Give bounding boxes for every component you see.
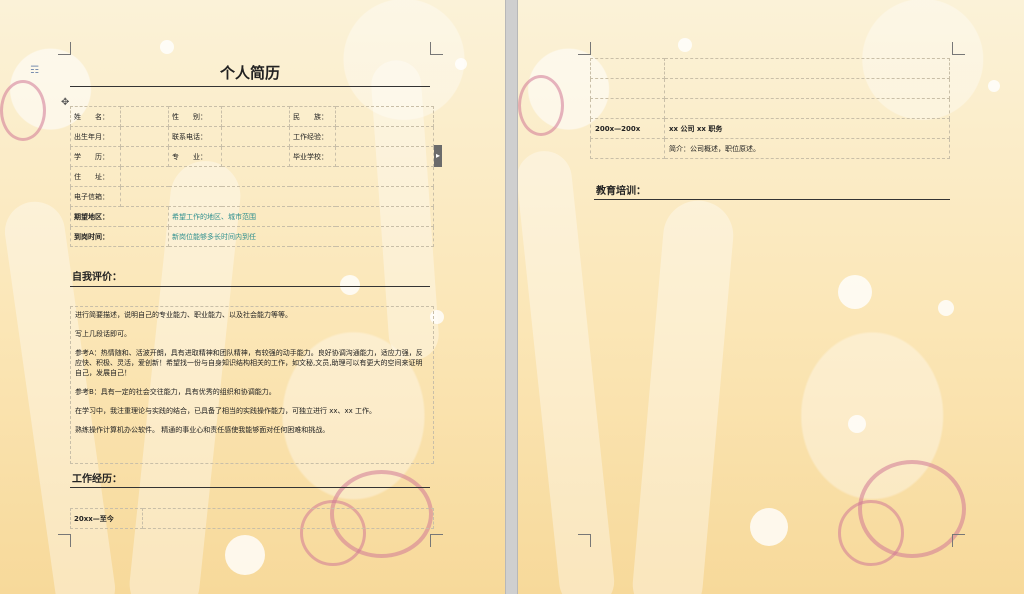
work-heading: 工作经历：	[72, 474, 122, 485]
email-label: 电子信箱：	[70, 186, 121, 207]
self-eval-box[interactable]: 进行简要描述，说明自己的专业能力、职业能力、以及社会能力等等。 写上几段话即可。…	[70, 306, 434, 464]
empty-cell[interactable]	[590, 138, 665, 159]
ethnicity-value[interactable]	[335, 106, 434, 127]
education-heading: 教育培训：	[596, 186, 646, 197]
self-eval-heading: 自我评价：	[72, 272, 122, 283]
eval-paragraph: 进行简要描述，说明自己的专业能力、职业能力、以及社会能力等等。	[75, 311, 292, 319]
table-row: 住 址：	[70, 166, 434, 187]
table-row	[590, 98, 950, 119]
address-value[interactable]	[120, 166, 434, 187]
margin-corner	[952, 534, 965, 547]
background-dot	[455, 58, 467, 70]
gender-label: 性 别：	[168, 106, 222, 127]
table-row: 学 历： 专 业： 毕业学校：	[70, 146, 434, 167]
birth-value[interactable]	[120, 126, 169, 147]
major-value[interactable]	[221, 146, 290, 167]
eval-paragraph: 在学习中，我注重理论与实践的结合，已具备了相当的实践操作能力，可独立进行 xx、…	[75, 407, 377, 415]
margin-corner	[952, 42, 965, 55]
table-row: 期望地区： 希望工作的地区、城市范围	[70, 206, 434, 227]
flower-decoration	[518, 75, 564, 136]
arrival-label: 到岗时间：	[70, 226, 169, 247]
background-dot	[848, 415, 866, 433]
page-1: ☶ ✥ 个人简历 姓 名： 性 别： 民 族： 出生年月： 联系电话： 工作经验…	[0, 0, 505, 594]
margin-corner	[58, 42, 71, 55]
background-dot	[340, 275, 360, 295]
work-intro[interactable]: 简介：公司概述，职位原述。	[664, 138, 950, 159]
table-row: 简介：公司概述，职位原述。	[590, 138, 950, 159]
school-value[interactable]	[335, 146, 434, 167]
education-label: 学 历：	[70, 146, 121, 167]
personal-info-table: 姓 名： 性 别： 民 族： 出生年月： 联系电话： 工作经验： 学 历： 专 …	[70, 106, 434, 247]
work-detail[interactable]	[142, 508, 434, 529]
table-row: 200x—200x xx 公司 xx 职务	[590, 118, 950, 139]
table-move-handle-icon[interactable]: ✥	[61, 97, 69, 108]
phone-label: 联系电话：	[168, 126, 222, 147]
empty-cell[interactable]	[664, 78, 950, 99]
gender-value[interactable]	[221, 106, 290, 127]
birth-label: 出生年月：	[70, 126, 121, 147]
email-value[interactable]	[120, 186, 434, 207]
empty-cell[interactable]	[590, 78, 665, 99]
table-row: 出生年月： 联系电话： 工作经验：	[70, 126, 434, 147]
table-row: 到岗时间： 新岗位能够多长时间内到任	[70, 226, 434, 247]
background-dot	[838, 275, 872, 309]
section-rule	[70, 286, 430, 287]
work-period[interactable]: 20xx—至今	[70, 508, 143, 529]
empty-cell[interactable]	[590, 58, 665, 79]
background-dot	[160, 40, 174, 54]
table-row: 姓 名： 性 别： 民 族：	[70, 106, 434, 127]
flower-decoration	[838, 500, 904, 566]
title-rule	[70, 86, 430, 87]
margin-corner	[58, 534, 71, 547]
margin-corner	[578, 42, 591, 55]
work-period[interactable]: 200x—200x	[590, 118, 665, 139]
page-title: 个人简历	[219, 64, 280, 82]
ethnicity-label: 民 族：	[289, 106, 336, 127]
table-row: 电子信箱：	[70, 186, 434, 207]
work-company[interactable]: xx 公司 xx 职务	[664, 118, 950, 139]
major-label: 专 业：	[168, 146, 222, 167]
background-dot	[225, 535, 265, 575]
document-icon[interactable]: ☶	[30, 65, 39, 76]
table-row	[590, 78, 950, 99]
section-rule	[70, 487, 430, 488]
name-value[interactable]	[120, 106, 169, 127]
background-beam	[629, 197, 737, 594]
school-label: 毕业学校：	[289, 146, 336, 167]
work-table: 20xx—至今	[70, 508, 434, 529]
work-table-continued: 200x—200x xx 公司 xx 职务 简介：公司概述，职位原述。	[590, 58, 950, 159]
empty-cell[interactable]	[664, 58, 950, 79]
section-rule	[594, 199, 950, 200]
flower-decoration	[0, 80, 46, 141]
collapse-arrow-icon[interactable]: ▸	[434, 145, 442, 167]
expect-area-value[interactable]: 希望工作的地区、城市范围	[168, 206, 434, 227]
address-label: 住 址：	[70, 166, 121, 187]
table-row: 20xx—至今	[70, 508, 434, 529]
experience-value[interactable]	[335, 126, 434, 147]
margin-corner	[430, 534, 443, 547]
eval-paragraph: 写上几段话即可。	[75, 330, 131, 338]
empty-cell[interactable]	[664, 98, 950, 119]
education-value[interactable]	[120, 146, 169, 167]
background-beam	[518, 148, 617, 594]
eval-paragraph: 熟练操作计算机办公软件。 精通的事业心和责任感使我能够面对任何困难和挑战。	[75, 426, 330, 434]
arrival-value[interactable]: 新岗位能够多长时间内到任	[168, 226, 434, 247]
table-row	[590, 58, 950, 79]
background-dot	[988, 80, 1000, 92]
background-dot	[938, 300, 954, 316]
margin-corner	[430, 42, 443, 55]
margin-corner	[578, 534, 591, 547]
empty-cell[interactable]	[590, 98, 665, 119]
expect-area-label: 期望地区：	[70, 206, 169, 227]
eval-paragraph: 参考A：热情随和、活波开朗，具有进取精神和团队精神，有较强的动手能力。良好协调沟…	[75, 349, 423, 377]
page-divider	[505, 0, 518, 594]
name-label: 姓 名：	[70, 106, 121, 127]
background-dot	[750, 508, 788, 546]
background-dot	[678, 38, 692, 52]
experience-label: 工作经验：	[289, 126, 336, 147]
phone-value[interactable]	[221, 126, 290, 147]
eval-paragraph: 参考B：具有一定的社会交往能力，具有优秀的组织和协调能力。	[75, 388, 276, 396]
